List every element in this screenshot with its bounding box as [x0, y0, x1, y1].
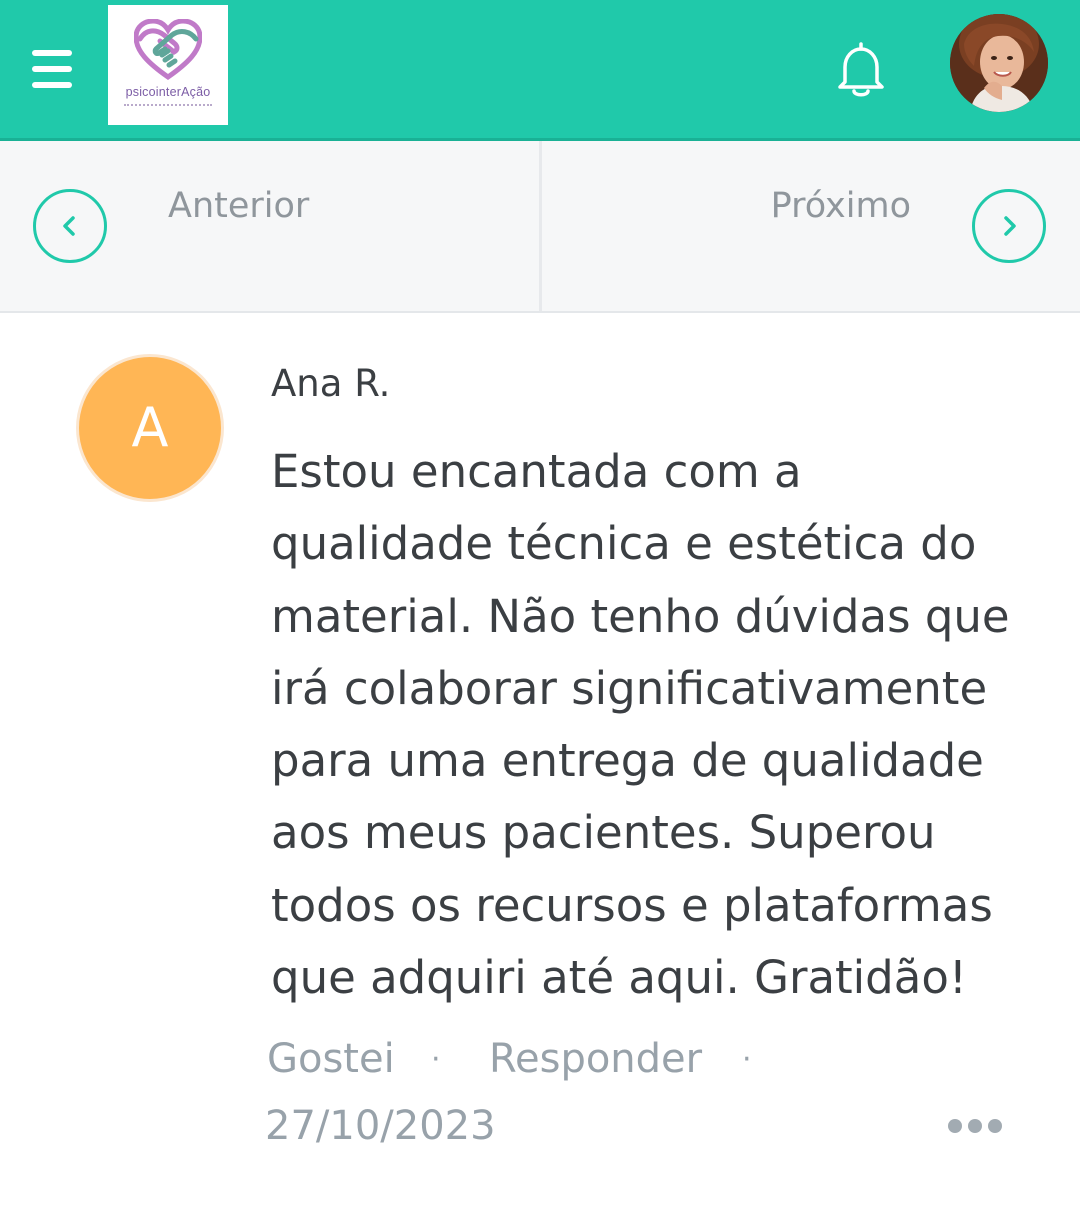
next-button[interactable]: Próximo: [542, 141, 1080, 311]
comment-line: todos os recursos e plataformas: [271, 878, 993, 932]
comment-line: aos meus pacientes. Superou: [271, 806, 936, 860]
logo-tagline: [124, 104, 212, 106]
comment-author-name[interactable]: Ana R.: [271, 362, 390, 405]
bell-icon[interactable]: [836, 40, 886, 100]
comment-line: qualidade técnica e estética do: [271, 517, 977, 571]
next-label[interactable]: Próximo: [771, 186, 911, 226]
post-navigation: Anterior Próximo: [0, 141, 1080, 313]
comment-line: irá colaborar significativamente: [271, 661, 988, 715]
comment-line: para uma entrega de qualidade: [271, 734, 984, 788]
meta-separator: ·: [742, 1042, 752, 1077]
comment-line: Estou encantada com a: [271, 445, 802, 498]
previous-button[interactable]: Anterior: [0, 141, 539, 311]
reply-button[interactable]: Responder: [489, 1036, 702, 1082]
handshake-heart-icon: [134, 19, 202, 81]
comment-line: que adquiri até aqui. Gratidão!: [271, 951, 967, 1005]
comment-text: Estou encantada com a qualidade técnica …: [271, 436, 1031, 1014]
hamburger-menu-icon[interactable]: [32, 50, 72, 88]
comment-date: 27/10/2023: [265, 1103, 496, 1149]
user-avatar[interactable]: [950, 14, 1048, 112]
more-dots-icon[interactable]: [944, 1110, 1006, 1142]
chevron-left-icon[interactable]: [33, 189, 107, 263]
top-bar: psicointerAção: [0, 0, 1080, 141]
previous-label[interactable]: Anterior: [168, 186, 309, 226]
comment-line: material. Não tenho dúvidas que: [271, 589, 1010, 643]
meta-separator: ·: [431, 1042, 441, 1077]
like-button[interactable]: Gostei: [267, 1036, 395, 1082]
logo-text: psicointerAção: [125, 85, 211, 99]
logo[interactable]: psicointerAção: [108, 5, 228, 125]
comment-author-avatar[interactable]: A: [76, 354, 224, 502]
chevron-right-icon[interactable]: [972, 189, 1046, 263]
